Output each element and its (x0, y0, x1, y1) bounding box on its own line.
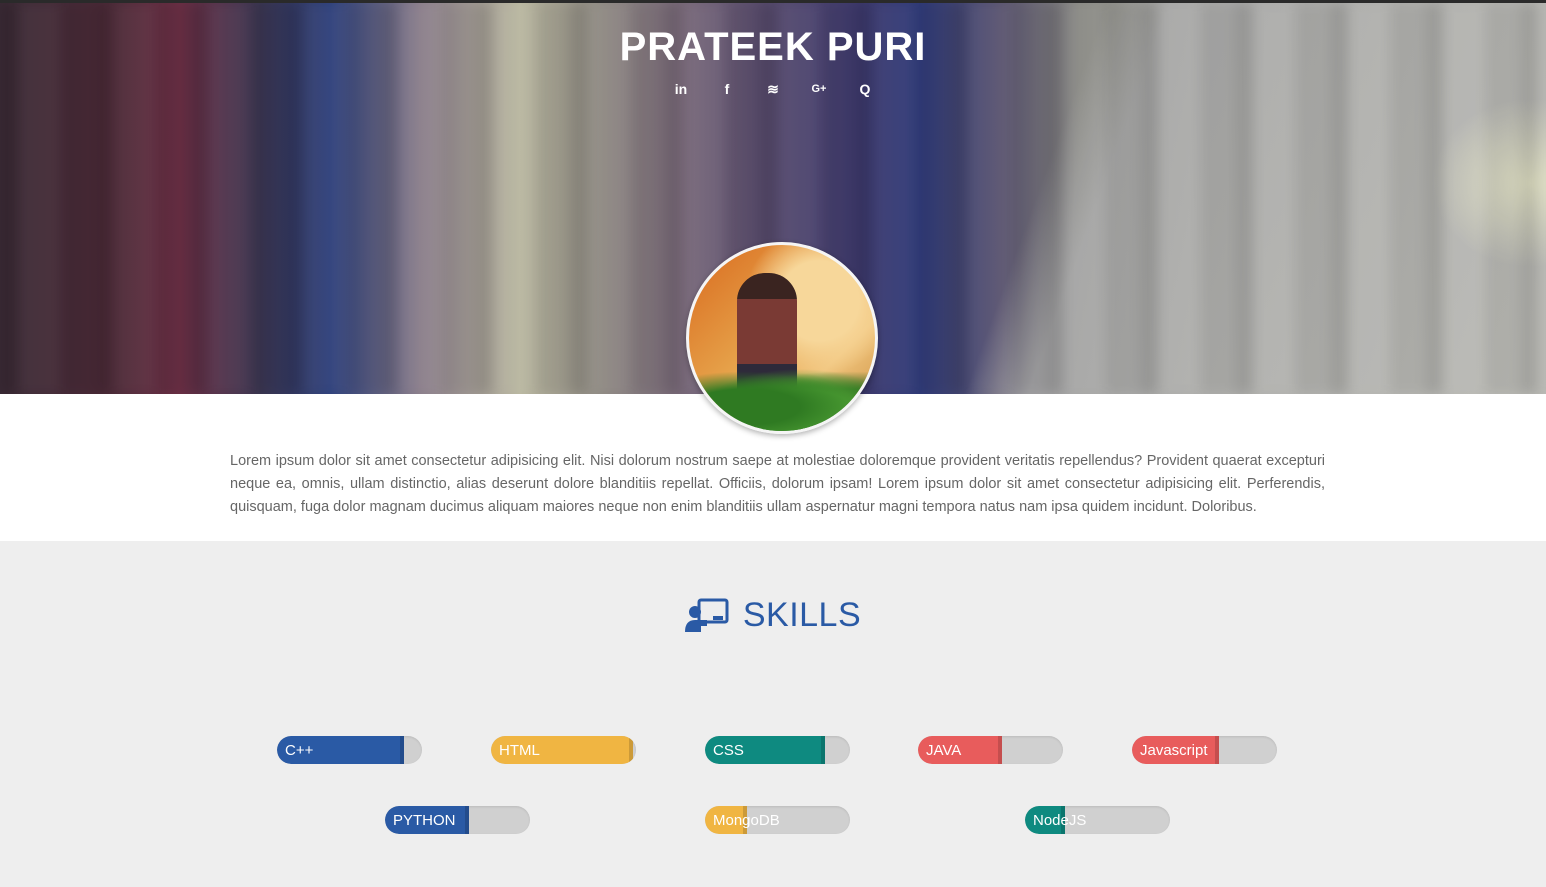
skills-heading: SKILLS (0, 596, 1546, 635)
skill-bar-java: JAVA (918, 736, 1063, 764)
page-title: PRATEEK PURI (619, 25, 927, 69)
skill-bar-nodejs: NodeJS (1025, 806, 1170, 834)
facebook-icon[interactable]: f (717, 79, 737, 99)
teacher-icon (684, 598, 729, 632)
skills-title: SKILLS (742, 596, 862, 634)
about-text: Lorem ipsum dolor sit amet consectetur a… (230, 453, 1325, 515)
skill-label: C++ (285, 742, 314, 759)
skill-label: Javascript (1140, 742, 1208, 759)
skill-label: PYTHON (393, 812, 456, 829)
skill-label: HTML (499, 742, 540, 759)
linkedin-icon[interactable]: in (671, 79, 691, 99)
skill-bar-mongodb: MongoDB (705, 806, 850, 834)
skill-bar-python: PYTHON (385, 806, 530, 834)
avatar-plants (689, 365, 875, 431)
social-links: in f ≋ G+ Q (0, 79, 1546, 99)
skill-label: NodeJS (1033, 812, 1087, 829)
skill-label: MongoDB (713, 812, 780, 829)
google-plus-icon[interactable]: G+ (809, 79, 829, 99)
quora-icon[interactable]: Q (855, 79, 875, 99)
skill-bar-css: CSS (705, 736, 850, 764)
avatar (686, 242, 878, 434)
skill-bar-cpp: C++ (277, 736, 422, 764)
skill-label: CSS (713, 742, 744, 759)
skill-bar-html: HTML (491, 736, 636, 764)
stackoverflow-icon[interactable]: ≋ (763, 79, 783, 99)
skill-label: JAVA (926, 742, 962, 759)
skill-bar-javascript: Javascript (1132, 736, 1277, 764)
